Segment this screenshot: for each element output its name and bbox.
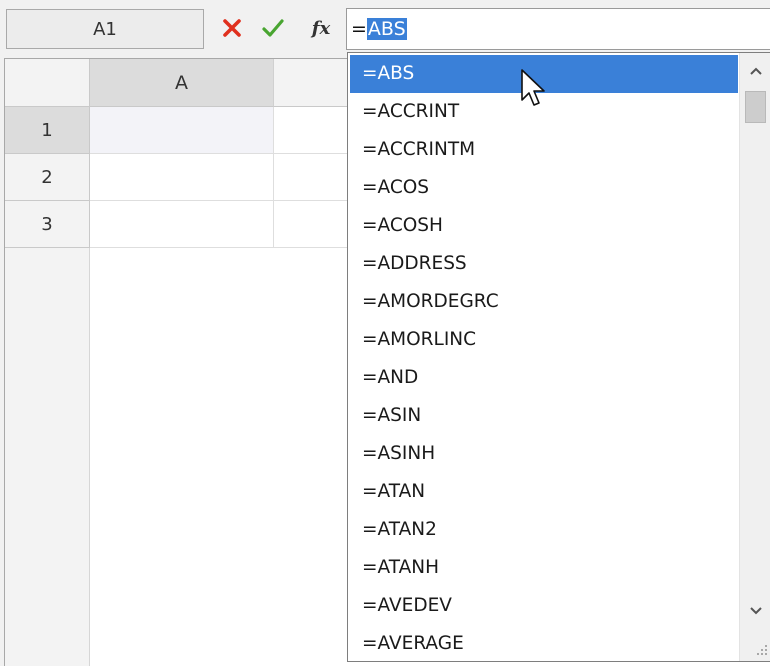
- function-option-avedev[interactable]: =AVEDEV: [350, 587, 738, 625]
- function-option-and[interactable]: =AND: [350, 359, 738, 397]
- function-autocomplete-dropdown: =ABS =ACCRINT =ACCRINTM =ACOS =ACOSH =AD…: [347, 52, 770, 662]
- row-header-2[interactable]: 2: [5, 154, 90, 201]
- column-header-a[interactable]: A: [90, 59, 274, 107]
- cell-a2[interactable]: [90, 154, 274, 201]
- scrollbar-thumb[interactable]: [745, 91, 766, 123]
- function-option-atan[interactable]: =ATAN: [350, 473, 738, 511]
- scroll-up-icon[interactable]: [740, 57, 770, 85]
- function-option-atanh[interactable]: =ATANH: [350, 549, 738, 587]
- row-header-label: 2: [41, 166, 53, 188]
- insert-function-icon[interactable]: fx: [304, 10, 338, 46]
- row-header-1[interactable]: 1: [5, 107, 90, 154]
- row-header-label: 1: [41, 119, 53, 141]
- function-option-average[interactable]: =AVERAGE: [350, 625, 738, 661]
- row-header-label: 3: [41, 213, 53, 235]
- function-option-atan2[interactable]: =ATAN2: [350, 511, 738, 549]
- function-option-asin[interactable]: =ASIN: [350, 397, 738, 435]
- resize-grip-icon[interactable]: [751, 641, 769, 659]
- formula-bar: A1 fx = ABS: [0, 0, 770, 56]
- function-option-acos[interactable]: =ACOS: [350, 169, 738, 207]
- formula-input[interactable]: = ABS: [346, 8, 770, 50]
- cell-a3[interactable]: [90, 201, 274, 248]
- close-icon[interactable]: [218, 10, 246, 46]
- function-option-amorlinc[interactable]: =AMORLINC: [350, 321, 738, 359]
- name-box[interactable]: A1: [6, 9, 204, 49]
- function-option-asinh[interactable]: =ASINH: [350, 435, 738, 473]
- row-header-3[interactable]: 3: [5, 201, 90, 248]
- function-option-abs[interactable]: =ABS: [350, 55, 738, 93]
- formula-prefix: =: [351, 18, 367, 40]
- function-option-acosh[interactable]: =ACOSH: [350, 207, 738, 245]
- scroll-down-icon[interactable]: [740, 597, 770, 625]
- function-list: =ABS =ACCRINT =ACCRINTM =ACOS =ACOSH =AD…: [350, 55, 738, 661]
- fx-label: fx: [311, 17, 331, 39]
- select-all-corner[interactable]: [5, 59, 90, 107]
- function-option-accrint[interactable]: =ACCRINT: [350, 93, 738, 131]
- function-option-amordegrc[interactable]: =AMORDEGRC: [350, 283, 738, 321]
- function-option-address[interactable]: =ADDRESS: [350, 245, 738, 283]
- column-header-label: A: [175, 71, 188, 94]
- dropdown-scrollbar[interactable]: [739, 53, 770, 661]
- function-option-accrintm[interactable]: =ACCRINTM: [350, 131, 738, 169]
- check-icon[interactable]: [258, 10, 288, 46]
- cell-a1[interactable]: [90, 107, 274, 154]
- name-box-value: A1: [93, 18, 117, 40]
- formula-selected-text: ABS: [366, 18, 407, 40]
